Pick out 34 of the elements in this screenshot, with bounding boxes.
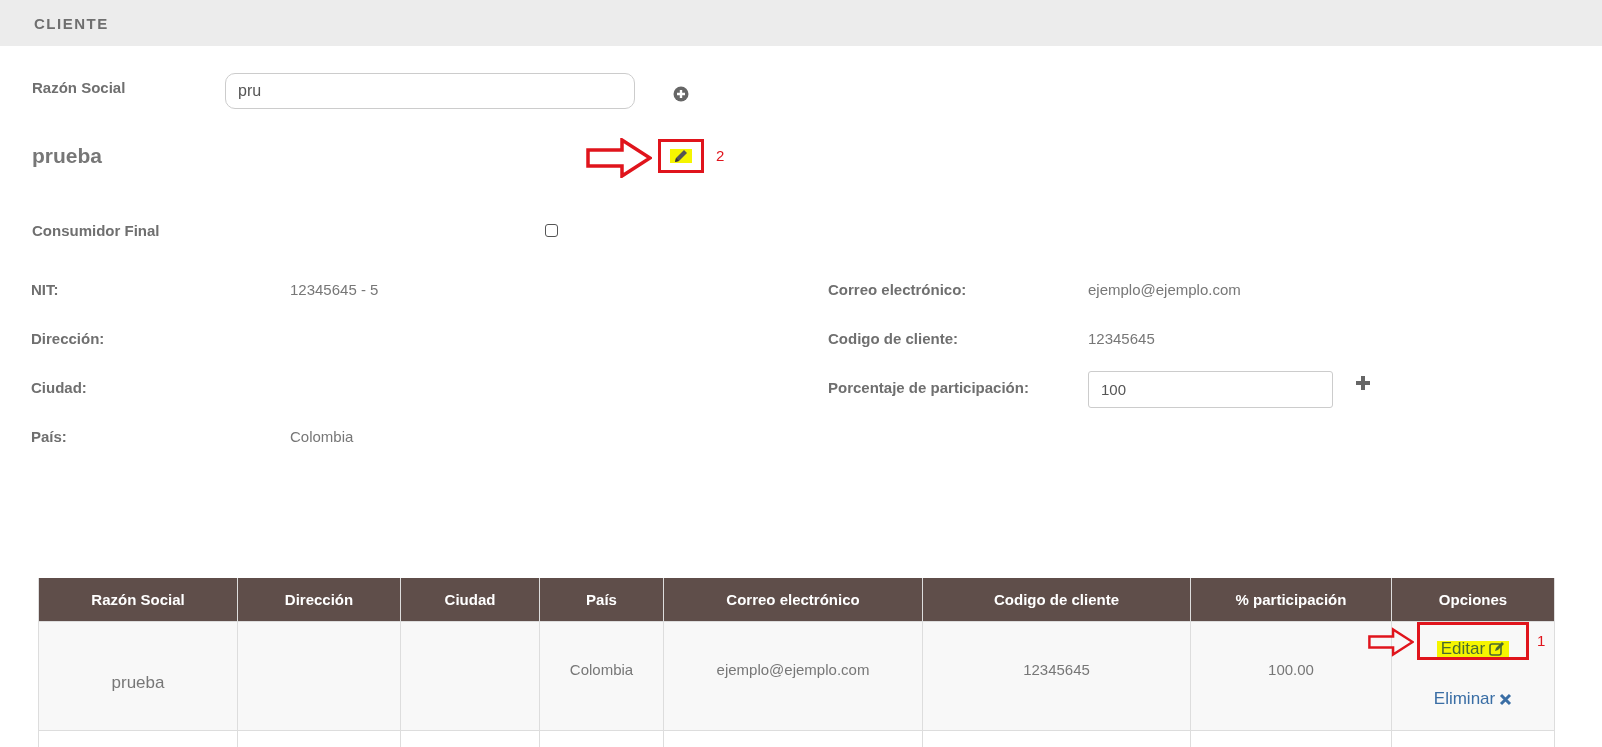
delete-link[interactable]: Eliminar xyxy=(1429,691,1517,707)
column-header: % participación xyxy=(1190,578,1392,622)
field-value: Colombia xyxy=(290,428,354,445)
field-value: 12345645 - 5 xyxy=(290,281,379,298)
annotation-number: 1 xyxy=(1537,632,1546,649)
field-label: Consumidor Final xyxy=(32,222,161,239)
table-cell: Colombia xyxy=(539,621,664,731)
field-value: 12345645 xyxy=(1088,330,1155,347)
annotation-number: 2 xyxy=(716,147,725,164)
column-header: Codigo de cliente xyxy=(922,578,1191,622)
field-label: Razón Social xyxy=(32,78,127,96)
column-header: Dirección xyxy=(237,578,401,622)
field-label: Porcentaje de participación: xyxy=(828,379,1030,396)
percentage-field[interactable]: 100 xyxy=(1088,371,1333,408)
field-value: ejemplo@ejemplo.com xyxy=(1088,281,1241,298)
column-header: Razón Social xyxy=(38,578,238,622)
field-label: NIT: xyxy=(31,281,60,298)
column-header: Ciudad xyxy=(400,578,540,622)
field-label: Dirección: xyxy=(31,330,106,347)
table-cell: 12345645 xyxy=(922,621,1191,731)
column-header: Correo electrónico xyxy=(663,578,923,622)
table-cell: 100.00 xyxy=(1190,621,1392,731)
field-label: Codigo de cliente: xyxy=(828,330,959,347)
field-label: Correo electrónico: xyxy=(828,281,968,298)
search-field[interactable]: pru xyxy=(225,73,635,109)
field-label: Ciudad: xyxy=(31,379,88,396)
client-name: prueba xyxy=(32,144,102,168)
table-cell: ejemplo@ejemplo.com xyxy=(663,621,923,731)
field-label: País: xyxy=(31,428,68,445)
section-title: CLIENTE xyxy=(34,14,109,32)
table-cell: prueba xyxy=(38,621,238,731)
edit-link[interactable]: Editar xyxy=(1436,641,1510,657)
column-header: País xyxy=(539,578,664,622)
column-header: Opciones xyxy=(1391,578,1555,622)
